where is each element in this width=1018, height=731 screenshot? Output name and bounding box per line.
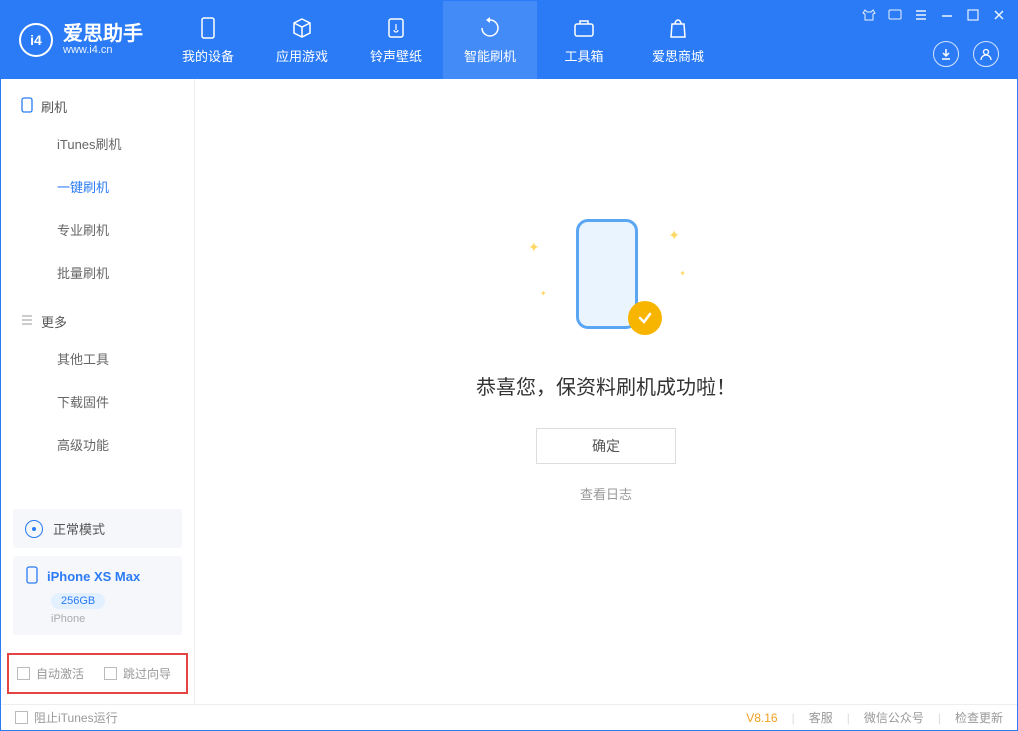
skin-icon[interactable] — [861, 7, 877, 23]
checkbox-label-skip-guide: 跳过向导 — [123, 665, 171, 682]
sparkle-icon: ✦ — [679, 269, 686, 278]
sparkle-icon: ✦ — [528, 239, 540, 256]
user-icon[interactable] — [973, 41, 999, 67]
section-header-more: 更多 — [21, 312, 194, 331]
sparkle-icon: ✦ — [540, 289, 547, 298]
view-log-link[interactable]: 查看日志 — [580, 484, 632, 503]
success-illustration: ✦ ✦ ✦ ✦ — [546, 219, 666, 339]
sparkle-icon: ✦ — [668, 227, 680, 244]
section-title: 刷机 — [41, 97, 67, 116]
sidebar-item-pro-flash[interactable]: 专业刷机 — [21, 208, 194, 251]
checkbox-label-auto-activate: 自动激活 — [36, 665, 84, 682]
sidebar-section-flash: 刷机 iTunes刷机 一键刷机 专业刷机 批量刷机 — [1, 79, 194, 294]
checkbox-block-itunes[interactable] — [15, 711, 28, 724]
device-storage-badge: 256GB — [51, 593, 105, 609]
separator: | — [792, 711, 795, 725]
header-right-icons — [933, 41, 999, 67]
menu-icon[interactable] — [913, 7, 929, 23]
mode-label: 正常模式 — [53, 519, 105, 538]
separator: | — [847, 711, 850, 725]
device-phone-icon — [25, 566, 39, 587]
nav-label: 工具箱 — [564, 46, 603, 65]
footer: 阻止iTunes运行 V8.16 | 客服 | 微信公众号 | 检查更新 — [1, 704, 1017, 730]
phone-small-icon — [21, 97, 33, 116]
separator: | — [938, 711, 941, 725]
music-icon — [384, 16, 408, 40]
checkbox-auto-activate[interactable] — [17, 667, 30, 680]
nav-apps-games[interactable]: 应用游戏 — [255, 1, 349, 79]
success-message: 恭喜您，保资料刷机成功啦！ — [476, 371, 736, 400]
nav-label: 铃声壁纸 — [370, 46, 422, 65]
device-name: iPhone XS Max — [47, 569, 140, 584]
nav-store[interactable]: 爱思商城 — [631, 1, 725, 79]
mode-box[interactable]: 正常模式 — [13, 509, 182, 548]
checkbox-skip-guide[interactable] — [104, 667, 117, 680]
sidebar-item-oneclick-flash[interactable]: 一键刷机 — [21, 165, 194, 208]
list-icon — [21, 314, 33, 329]
logo-text-group: 爱思助手 www.i4.cn — [63, 24, 143, 56]
sidebar-item-other-tools[interactable]: 其他工具 — [21, 337, 194, 380]
section-header-flash: 刷机 — [21, 97, 194, 116]
header: i4 爱思助手 www.i4.cn 我的设备 应用游戏 铃声壁纸 智能刷机 工具… — [1, 1, 1017, 79]
sidebar-item-batch-flash[interactable]: 批量刷机 — [21, 251, 194, 294]
nav-label: 智能刷机 — [464, 46, 516, 65]
nav-tabs: 我的设备 应用游戏 铃声壁纸 智能刷机 工具箱 爱思商城 — [161, 1, 725, 79]
sidebar-section-more: 更多 其他工具 下载固件 高级功能 — [1, 294, 194, 466]
footer-left: 阻止iTunes运行 — [15, 709, 118, 726]
sidebar-item-itunes-flash[interactable]: iTunes刷机 — [21, 122, 194, 165]
nav-smart-flash[interactable]: 智能刷机 — [443, 1, 537, 79]
checkmark-badge-icon — [628, 301, 662, 335]
cube-icon — [290, 16, 314, 40]
feedback-icon[interactable] — [887, 7, 903, 23]
sidebar-item-advanced[interactable]: 高级功能 — [21, 423, 194, 466]
device-icon — [196, 16, 220, 40]
refresh-icon — [478, 16, 502, 40]
app-logo-icon: i4 — [19, 23, 53, 57]
device-type: iPhone — [51, 613, 170, 625]
app-url: www.i4.cn — [63, 44, 143, 56]
main-content: ✦ ✦ ✦ ✦ 恭喜您，保资料刷机成功啦！ 确定 查看日志 — [195, 79, 1017, 704]
footer-right: V8.16 | 客服 | 微信公众号 | 检查更新 — [746, 709, 1003, 726]
body: 刷机 iTunes刷机 一键刷机 专业刷机 批量刷机 更多 其他工具 下载固件 … — [1, 79, 1017, 704]
nav-label: 我的设备 — [182, 46, 234, 65]
maximize-icon[interactable] — [965, 7, 981, 23]
minimize-icon[interactable] — [939, 7, 955, 23]
sidebar-item-download-firmware[interactable]: 下载固件 — [21, 380, 194, 423]
nav-toolbox[interactable]: 工具箱 — [537, 1, 631, 79]
nav-label: 爱思商城 — [652, 46, 704, 65]
mode-icon — [25, 520, 43, 538]
update-link[interactable]: 检查更新 — [955, 709, 1003, 726]
version-label: V8.16 — [746, 711, 777, 725]
close-icon[interactable] — [991, 7, 1007, 23]
bag-icon — [666, 16, 690, 40]
nav-my-device[interactable]: 我的设备 — [161, 1, 255, 79]
download-icon[interactable] — [933, 41, 959, 67]
toolbox-icon — [572, 16, 596, 40]
svg-text:i4: i4 — [30, 32, 42, 48]
wechat-link[interactable]: 微信公众号 — [864, 709, 924, 726]
nav-ringtones[interactable]: 铃声壁纸 — [349, 1, 443, 79]
confirm-button[interactable]: 确定 — [536, 428, 676, 464]
support-link[interactable]: 客服 — [809, 709, 833, 726]
nav-label: 应用游戏 — [276, 46, 328, 65]
device-box[interactable]: iPhone XS Max 256GB iPhone — [13, 556, 182, 635]
window-controls — [861, 7, 1007, 23]
highlighted-options: 自动激活 跳过向导 — [7, 653, 188, 694]
block-itunes-label: 阻止iTunes运行 — [34, 709, 118, 726]
app-name: 爱思助手 — [63, 24, 143, 44]
section-title: 更多 — [41, 312, 67, 331]
logo-area: i4 爱思助手 www.i4.cn — [1, 23, 161, 57]
device-name-row: iPhone XS Max — [25, 566, 170, 587]
sidebar: 刷机 iTunes刷机 一键刷机 专业刷机 批量刷机 更多 其他工具 下载固件 … — [1, 79, 195, 704]
